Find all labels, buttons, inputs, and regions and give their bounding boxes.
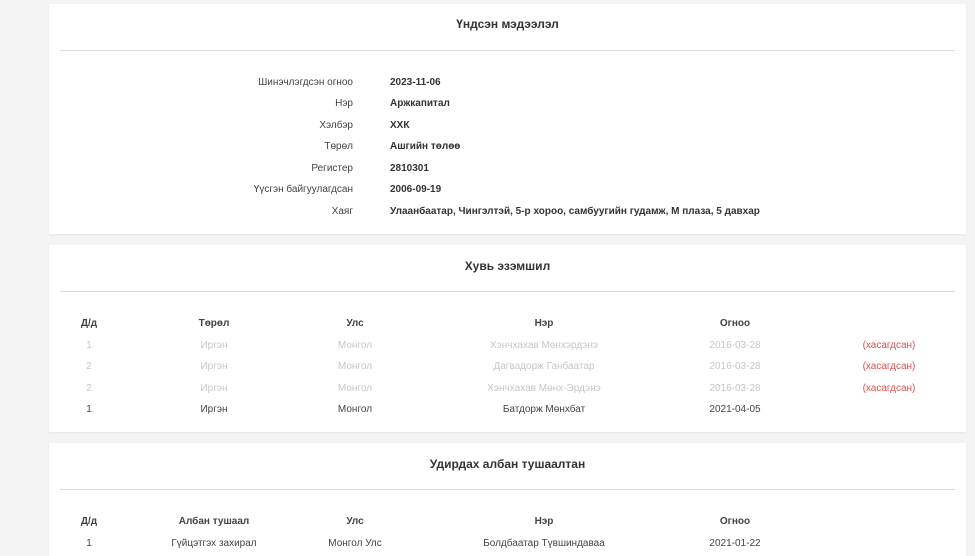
table-row: 2 Иргэн Монгол Хэнчхахав Мөнх-Эрдэнэ 201… bbox=[49, 379, 966, 399]
header-no: Д/д bbox=[80, 516, 98, 527]
cell-date: 2016-03-28 bbox=[709, 361, 761, 372]
basic-info-divider bbox=[60, 50, 955, 51]
info-row-name: Нэр Аржкапитал bbox=[49, 94, 966, 114]
table-row: 2 Иргэн Монгол Дагвадорж Ганбаатар 2016-… bbox=[49, 357, 966, 377]
info-value: 2023-11-06 bbox=[390, 77, 441, 88]
cell-date: 2016-03-28 bbox=[709, 340, 761, 351]
cell-type: Иргэн bbox=[200, 361, 228, 372]
table-row: 1 Иргэн Монгол Хэнчхахав Мөнхэрдэнэ 2016… bbox=[49, 336, 966, 356]
cell-country: Монгол bbox=[337, 383, 373, 394]
cell-type: Иргэн bbox=[200, 404, 228, 415]
cell-country: Монгол Улс bbox=[328, 538, 382, 549]
cell-name: Хэнчхахав Мөнх-Эрдэнэ bbox=[487, 383, 601, 394]
cell-no: 2 bbox=[86, 383, 92, 394]
info-row-updated: Шинэчлэгдсэн огноо 2023-11-06 bbox=[49, 73, 966, 93]
info-row-form: Хэлбэр ХХК bbox=[49, 116, 966, 136]
cell-country: Монгол bbox=[337, 340, 373, 351]
info-value: Аржкапитал bbox=[390, 98, 450, 109]
cell-date: 2016-03-28 bbox=[709, 383, 761, 394]
officials-card: Удирдах албан тушаалтан Д/д Албан тушаал… bbox=[49, 443, 966, 556]
info-label: Шинэчлэгдсэн огноо bbox=[258, 77, 353, 88]
info-row-type: Төрөл Ашгийн төлөө bbox=[49, 137, 966, 157]
cell-name: Батдорж Мөнхбат bbox=[502, 404, 586, 415]
cell-position: Гүйцэтгэх захирал bbox=[171, 538, 257, 549]
cell-name: Болдбаатар Түвшиндаваа bbox=[483, 538, 605, 549]
removed-note: (хасагдсан) bbox=[862, 361, 916, 372]
info-label: Хаяг bbox=[331, 206, 353, 217]
cell-country: Монгол bbox=[337, 404, 373, 415]
cell-date: 2021-04-05 bbox=[709, 404, 761, 415]
officials-table-header: Д/д Албан тушаал Улс Нэр Огноо bbox=[49, 512, 966, 532]
header-position: Албан тушаал bbox=[178, 516, 250, 527]
removed-note: (хасагдсан) bbox=[862, 383, 916, 394]
info-row-register: Регистер 2810301 bbox=[49, 159, 966, 179]
ownership-title: Хувь эзэмшил bbox=[464, 259, 551, 273]
cell-date: 2021-01-22 bbox=[709, 538, 761, 549]
header-name: Нэр bbox=[534, 516, 554, 527]
info-row-address: Хаяг Улаанбаатар, Чингэлтэй, 5-р хороо, … bbox=[49, 202, 966, 222]
info-label: Нэр bbox=[335, 98, 353, 109]
basic-info-title: Үндсэн мэдээлэл bbox=[456, 17, 559, 31]
info-value: 2810301 bbox=[390, 163, 429, 174]
info-label: Регистер bbox=[311, 163, 353, 174]
ownership-divider bbox=[60, 291, 955, 292]
cell-type: Иргэн bbox=[200, 383, 228, 394]
header-country: Улс bbox=[346, 318, 364, 329]
cell-no: 1 bbox=[86, 340, 92, 351]
info-label: Хэлбэр bbox=[319, 120, 353, 131]
cell-name: Дагвадорж Ганбаатар bbox=[493, 361, 595, 372]
info-label: Төрөл bbox=[324, 141, 353, 152]
cell-no: 1 bbox=[86, 404, 92, 415]
info-label: Үүсгэн байгуулагдсан bbox=[253, 184, 353, 195]
ownership-card: Хувь эзэмшил Д/д Төрөл Улс Нэр Огноо 1 И… bbox=[49, 245, 966, 432]
header-country: Улс bbox=[346, 516, 364, 527]
header-name: Нэр bbox=[534, 318, 554, 329]
cell-country: Монгол bbox=[337, 361, 373, 372]
table-row: 1 Гүйцэтгэх захирал Монгол Улс Болдбаата… bbox=[49, 534, 966, 554]
info-value: Ашгийн төлөө bbox=[390, 141, 461, 152]
officials-title: Удирдах албан тушаалтан bbox=[429, 457, 586, 471]
basic-info-card: Үндсэн мэдээлэл Шинэчлэгдсэн огноо 2023-… bbox=[49, 4, 966, 234]
table-row: 1 Иргэн Монгол Батдорж Мөнхбат 2021-04-0… bbox=[49, 400, 966, 420]
removed-note: (хасагдсан) bbox=[862, 340, 916, 351]
header-no: Д/д bbox=[80, 318, 98, 329]
ownership-table-header: Д/д Төрөл Улс Нэр Огноо bbox=[49, 314, 966, 334]
info-value: ХХК bbox=[390, 120, 410, 131]
header-date: Огноо bbox=[719, 516, 751, 527]
header-type: Төрөл bbox=[198, 318, 230, 329]
cell-type: Иргэн bbox=[200, 340, 228, 351]
cell-name: Хэнчхахав Мөнхэрдэнэ bbox=[489, 340, 599, 351]
info-value: Улаанбаатар, Чингэлтэй, 5-р хороо, самбу… bbox=[390, 206, 760, 217]
header-date: Огноо bbox=[719, 318, 751, 329]
cell-no: 2 bbox=[86, 361, 92, 372]
cell-no: 1 bbox=[86, 538, 92, 549]
officials-divider bbox=[60, 489, 955, 490]
info-row-founded: Үүсгэн байгуулагдсан 2006-09-19 bbox=[49, 180, 966, 200]
info-value: 2006-09-19 bbox=[390, 184, 442, 195]
